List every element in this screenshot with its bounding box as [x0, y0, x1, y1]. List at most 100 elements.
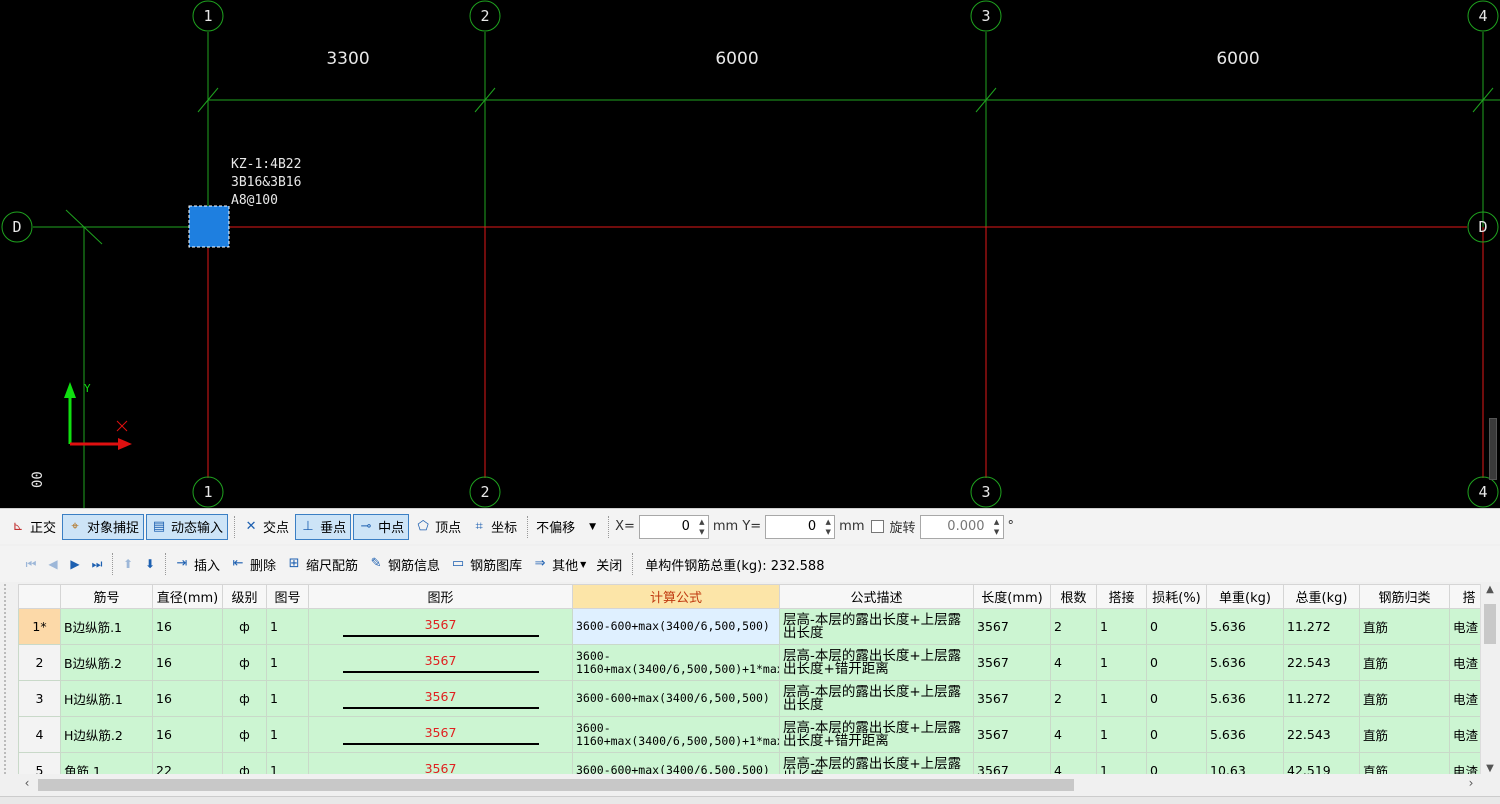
cell-num[interactable]: 5 [18, 752, 61, 774]
cell-count[interactable]: 2 [1050, 680, 1097, 717]
cell-shape[interactable]: 3567 [308, 716, 573, 753]
col-header-unit-weight[interactable]: 单重(kg) [1206, 584, 1284, 609]
col-header-rownum[interactable] [18, 584, 61, 609]
cell-loss[interactable]: 0 [1146, 752, 1207, 774]
cell-fig[interactable]: 1 [266, 608, 309, 645]
cell-unit_w[interactable]: 5.636 [1206, 716, 1284, 753]
cell-grade[interactable]: ф [222, 752, 267, 774]
first-record-icon[interactable]: ⏮ [20, 557, 42, 572]
cell-joint[interactable]: 电渣 [1449, 752, 1480, 774]
cell-total_w[interactable]: 22.543 [1283, 716, 1360, 753]
cell-num[interactable]: 1* [18, 608, 61, 645]
spin-arrows-icon[interactable]: ▲ ▼ [822, 517, 834, 537]
cell-dia[interactable]: 16 [152, 644, 223, 681]
table-row[interactable]: 3 H边纵筋.1 16 ф 1 3567 3600-600+max(3400/6,500,5… [18, 680, 1480, 717]
midpoint-snap-button[interactable]: ⊸ 中点 [353, 513, 410, 540]
col-header-description[interactable]: 公式描述 [779, 584, 974, 609]
cell-total_w[interactable]: 11.272 [1283, 680, 1360, 717]
cad-drawing-canvas[interactable]: 1 2 3 4 1 2 3 4 D D 3300 6000 6000 KZ-1:… [0, 0, 1500, 508]
cell-formula[interactable]: 3600-1160+max(3400/6,500,500)+1*max(35*d… [572, 644, 780, 681]
cell-name[interactable]: H边纵筋.1 [60, 680, 153, 717]
cell-joint[interactable]: 电渣 [1449, 716, 1480, 753]
scroll-left-icon[interactable]: ‹ [18, 776, 36, 790]
cell-fig[interactable]: 1 [266, 644, 309, 681]
cell-desc[interactable]: 层高-本层的露出长度+上层露出长度 [779, 680, 974, 717]
prev-record-icon[interactable]: ◀ [42, 557, 64, 571]
scroll-thumb[interactable] [38, 779, 1074, 791]
close-button[interactable]: 关闭 [592, 551, 626, 577]
scroll-up-icon[interactable]: ▲ [1481, 584, 1499, 595]
cell-name[interactable]: B边纵筋.1 [60, 608, 153, 645]
cell-count[interactable]: 4 [1050, 716, 1097, 753]
last-record-icon[interactable]: ⏭ [86, 557, 108, 572]
rotate-angle-input[interactable]: 0.000 ▲ ▼ [919, 514, 1004, 539]
col-header-joint[interactable]: 搭 [1449, 584, 1480, 609]
col-header-length[interactable]: 长度(mm) [973, 584, 1051, 609]
vertex-snap-button[interactable]: ⬠ 顶点 [411, 514, 465, 540]
cell-length[interactable]: 3567 [973, 752, 1051, 774]
cell-type[interactable]: 直筋 [1359, 680, 1450, 717]
table-row[interactable]: 5 角筋.1 22 ф 1 3567 3600-600+max(3400/6,500,500… [18, 752, 1480, 774]
cell-count[interactable]: 4 [1050, 752, 1097, 774]
coordinate-snap-button[interactable]: ⌗ 坐标 [467, 514, 521, 540]
scale-rebar-button[interactable]: ⊞ 缩尺配筋 [282, 551, 362, 577]
cell-desc[interactable]: 层高-本层的露出长度+上层露出长度+错开距离 [779, 716, 974, 753]
cell-loss[interactable]: 0 [1146, 608, 1207, 645]
grid-horizontal-scrollbar[interactable]: ‹ › [18, 776, 1480, 794]
col-header-grade[interactable]: 级别 [222, 584, 267, 609]
canvas-scroll-indicator[interactable] [1489, 418, 1497, 480]
cell-formula[interactable]: 3600-1160+max(3400/6,500,500)+1*max(35*d… [572, 716, 780, 753]
col-header-diameter[interactable]: 直径(mm) [152, 584, 223, 609]
move-up-icon[interactable]: ⬆ [117, 557, 139, 571]
x-offset-input[interactable]: 0 ▲ ▼ [638, 514, 709, 539]
cell-total_w[interactable]: 11.272 [1283, 608, 1360, 645]
cell-length[interactable]: 3567 [973, 644, 1051, 681]
cell-fig[interactable]: 1 [266, 680, 309, 717]
cell-desc[interactable]: 层高-本层的露出长度+上层露出长度+错开距离 [779, 644, 974, 681]
cell-desc[interactable]: 层高-本层的露出长度+上层露出长度 [779, 608, 974, 645]
cell-name[interactable]: H边纵筋.2 [60, 716, 153, 753]
cell-name[interactable]: 角筋.1 [60, 752, 153, 774]
scroll-down-icon[interactable]: ▼ [1481, 763, 1499, 774]
cell-unit_w[interactable]: 5.636 [1206, 680, 1284, 717]
insert-button[interactable]: ⇥ 插入 [170, 551, 224, 577]
col-header-total-weight[interactable]: 总重(kg) [1283, 584, 1360, 609]
cell-unit_w[interactable]: 5.636 [1206, 644, 1284, 681]
delete-button[interactable]: ⇤ 删除 [226, 551, 280, 577]
cell-lap[interactable]: 1 [1096, 644, 1147, 681]
cell-shape[interactable]: 3567 [308, 608, 573, 645]
cell-grade[interactable]: ф [222, 644, 267, 681]
table-row[interactable]: 2 B边纵筋.2 16 ф 1 3567 3600-1160+max(3400/6,500,… [18, 644, 1480, 681]
cell-length[interactable]: 3567 [973, 680, 1051, 717]
col-header-name[interactable]: 筋号 [60, 584, 153, 609]
cell-count[interactable]: 4 [1050, 644, 1097, 681]
cell-lap[interactable]: 1 [1096, 752, 1147, 774]
cell-formula[interactable]: 3600-600+max(3400/6,500,500) [572, 752, 780, 774]
col-header-formula[interactable]: 计算公式 [572, 584, 780, 609]
cell-grade[interactable]: ф [222, 680, 267, 717]
cell-grade[interactable]: ф [222, 608, 267, 645]
object-snap-button[interactable]: ⌖ 对象捕捉 [62, 513, 145, 540]
table-row[interactable]: 4 H边纵筋.2 16 ф 1 3567 3600-1160+max(3400/6,500,… [18, 716, 1480, 753]
panel-gripper[interactable] [4, 584, 12, 774]
cell-lap[interactable]: 1 [1096, 680, 1147, 717]
cell-type[interactable]: 直筋 [1359, 752, 1450, 774]
cell-dia[interactable]: 22 [152, 752, 223, 774]
cell-type[interactable]: 直筋 [1359, 644, 1450, 681]
next-record-icon[interactable]: ▶ [64, 557, 86, 571]
cell-joint[interactable]: 电渣 [1449, 644, 1480, 681]
cell-length[interactable]: 3567 [973, 608, 1051, 645]
cell-dia[interactable]: 16 [152, 608, 223, 645]
cell-dia[interactable]: 16 [152, 680, 223, 717]
cell-unit_w[interactable]: 10.63 [1206, 752, 1284, 774]
dynamic-input-button[interactable]: ▤ 动态输入 [146, 513, 229, 540]
cell-grade[interactable]: ф [222, 716, 267, 753]
perpendicular-snap-button[interactable]: ⊥ 垂点 [295, 513, 352, 540]
grid-vertical-scrollbar[interactable]: ▲ ▼ [1480, 584, 1498, 774]
cell-dia[interactable]: 16 [152, 716, 223, 753]
move-down-icon[interactable]: ⬇ [139, 557, 161, 571]
rotate-checkbox[interactable] [870, 520, 884, 533]
y-offset-input[interactable]: 0 ▲ ▼ [765, 514, 836, 539]
col-header-count[interactable]: 根数 [1050, 584, 1097, 609]
cell-lap[interactable]: 1 [1096, 716, 1147, 753]
